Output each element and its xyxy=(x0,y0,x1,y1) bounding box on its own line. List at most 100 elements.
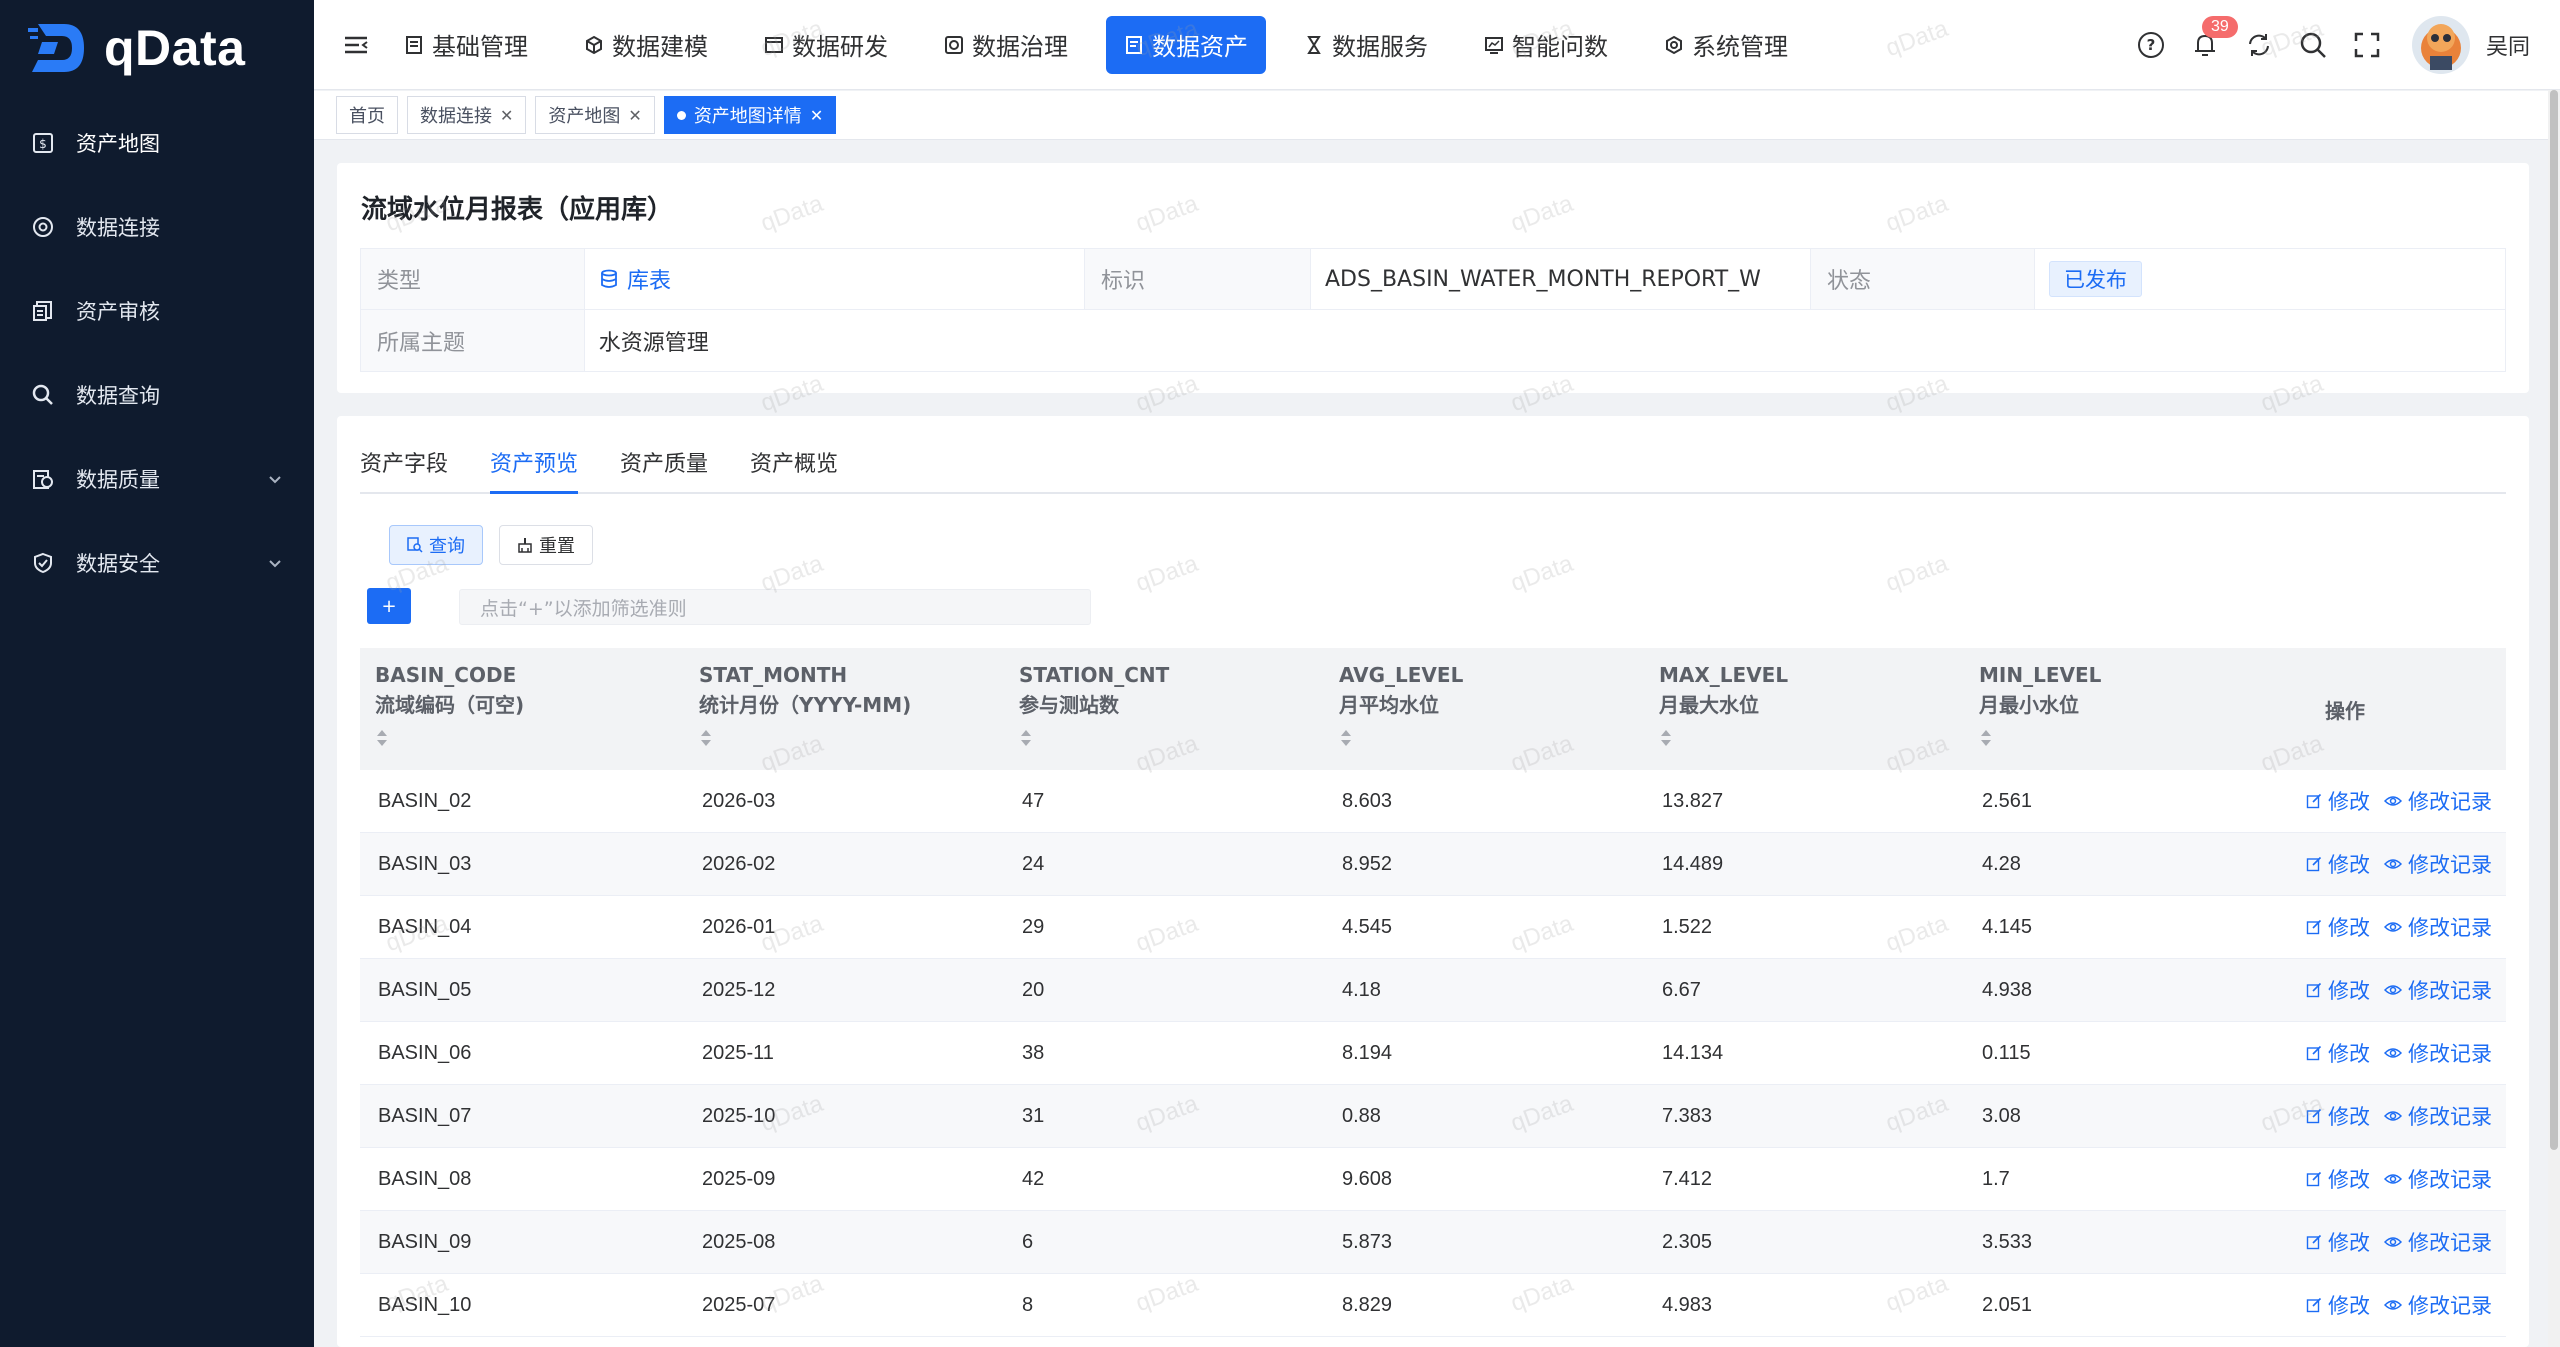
nav-label: 智能问数 xyxy=(1512,33,1608,61)
tag-data-connection[interactable]: 数据连接 ✕ xyxy=(407,96,527,134)
edit-icon xyxy=(2306,1171,2322,1187)
help-icon[interactable]: ? xyxy=(2136,30,2166,60)
filter-input[interactable]: 点击“+”以添加筛选准则 xyxy=(459,589,1091,625)
edit-button[interactable]: 修改 xyxy=(2306,849,2370,879)
history-button[interactable]: 修改记录 xyxy=(2384,975,2492,1005)
table-cell: BASIN_09 xyxy=(378,1230,472,1253)
nav-data-service[interactable]: 数据服务 xyxy=(1286,16,1446,74)
tab-asset-overview[interactable]: 资产概览 xyxy=(750,446,838,492)
sort-icon[interactable] xyxy=(699,726,713,748)
tag-label: 资产地图详情 xyxy=(693,106,802,127)
status-value: 已发布 xyxy=(2035,249,2505,309)
edit-button[interactable]: 修改 xyxy=(2306,1290,2370,1320)
top-header: 基础管理 数据建模 数据研发 数据治理 数据资产 数据服务 智能问数 系统管理 xyxy=(314,0,2560,90)
tab-asset-quality[interactable]: 资产质量 xyxy=(620,446,708,492)
history-button[interactable]: 修改记录 xyxy=(2384,912,2492,942)
query-button[interactable]: 查询 xyxy=(389,525,483,565)
close-icon[interactable]: ✕ xyxy=(810,106,823,125)
edit-button[interactable]: 修改 xyxy=(2306,975,2370,1005)
table-row: BASIN_02 2026-03 47 8.603 13.827 2.561 修改 修改记录 xyxy=(360,770,2506,833)
hourglass-icon xyxy=(1307,35,1321,54)
column-header[interactable]: MIN_LEVEL 月最小水位 xyxy=(1964,648,2184,770)
column-header[interactable]: STATION_CNT 参与测站数 xyxy=(1004,648,1324,770)
nav-basic-management[interactable]: 基础管理 xyxy=(386,16,546,74)
history-button[interactable]: 修改记录 xyxy=(2384,786,2492,816)
column-header[interactable]: BASIN_CODE 流域编码（可空) xyxy=(360,648,684,770)
sidebar-item-connection[interactable]: 数据连接 xyxy=(0,185,314,269)
history-label: 修改记录 xyxy=(2408,1232,2492,1255)
notification-bell-icon[interactable]: 39 xyxy=(2190,16,2238,60)
edit-button[interactable]: 修改 xyxy=(2306,912,2370,942)
history-button[interactable]: 修改记录 xyxy=(2384,849,2492,879)
edit-button[interactable]: 修改 xyxy=(2306,786,2370,816)
sidebar-item-asset-map[interactable]: $ 资产地图 xyxy=(0,101,314,185)
tag-asset-map[interactable]: 资产地图 ✕ xyxy=(535,96,655,134)
tag-asset-map-detail[interactable]: 资产地图详情 ✕ xyxy=(663,96,837,134)
sort-icon[interactable] xyxy=(1019,726,1033,748)
id-value: ADS_BASIN_WATER_MONTH_REPORT_W xyxy=(1311,249,1811,309)
page-scrollbar[interactable] xyxy=(2548,90,2560,1347)
scrollbar-thumb[interactable] xyxy=(2550,90,2558,1150)
close-icon[interactable]: ✕ xyxy=(500,106,513,125)
table-cell: BASIN_10 xyxy=(378,1293,472,1316)
table-cell: 29 xyxy=(1022,915,1045,938)
history-button[interactable]: 修改记录 xyxy=(2384,1101,2492,1131)
close-icon[interactable]: ✕ xyxy=(628,106,641,125)
column-comment: 流域编码（可空) xyxy=(375,693,525,717)
history-button[interactable]: 修改记录 xyxy=(2384,1164,2492,1194)
connection-icon xyxy=(30,214,56,240)
column-name: AVG_LEVEL xyxy=(1339,663,1464,687)
sort-icon[interactable] xyxy=(1979,726,1993,748)
nav-label: 数据建模 xyxy=(612,33,708,61)
edit-button[interactable]: 修改 xyxy=(2306,1101,2370,1131)
table-cell: 42 xyxy=(1022,1167,1045,1190)
sort-icon[interactable] xyxy=(1339,726,1353,748)
table-row: BASIN_09 2025-08 6 5.873 2.305 3.533 修改 修改记录 xyxy=(360,1211,2506,1274)
table-row: BASIN_05 2025-12 20 4.18 6.67 4.938 修改 修改记录 xyxy=(360,959,2506,1022)
logo[interactable]: qData xyxy=(0,0,314,95)
column-header[interactable]: MAX_LEVEL 月最大水位 xyxy=(1644,648,1964,770)
history-button[interactable]: 修改记录 xyxy=(2384,1038,2492,1068)
avatar[interactable] xyxy=(2411,16,2470,74)
tab-asset-fields[interactable]: 资产字段 xyxy=(360,446,448,492)
sidebar-item-audit[interactable]: 资产审核 xyxy=(0,269,314,353)
nav-system-management[interactable]: 系统管理 xyxy=(1646,16,1806,74)
history-button[interactable]: 修改记录 xyxy=(2384,1290,2492,1320)
username[interactable]: 吴同 xyxy=(2486,29,2530,61)
sort-icon[interactable] xyxy=(1659,726,1673,748)
nav-data-governance[interactable]: 数据治理 xyxy=(926,16,1086,74)
fullscreen-icon[interactable] xyxy=(2352,30,2382,60)
table-cell: BASIN_06 xyxy=(378,1041,472,1064)
asset-preview-card: 资产字段 资产预览 资产质量 资产概览 查询 重置 + 点击“+”以添加筛选准则… xyxy=(337,416,2529,1347)
nav-data-development[interactable]: 数据研发 xyxy=(746,16,906,74)
sidebar-item-label: 资产地图 xyxy=(76,132,160,156)
search-icon[interactable] xyxy=(2298,30,2328,60)
sidebar-item-label: 数据质量 xyxy=(76,468,160,492)
column-header[interactable]: STAT_MONTH 统计月份（YYYY-MM) xyxy=(684,648,1004,770)
row-actions: 修改 修改记录 xyxy=(2184,1290,2506,1320)
edit-button[interactable]: 修改 xyxy=(2306,1227,2370,1257)
nav-data-assets[interactable]: 数据资产 xyxy=(1106,15,1266,74)
add-filter-button[interactable]: + xyxy=(367,588,411,624)
tag-label: 资产地图 xyxy=(548,106,621,127)
sort-icon[interactable] xyxy=(375,726,389,748)
tab-asset-preview[interactable]: 资产预览 xyxy=(490,446,579,494)
tag-home[interactable]: 首页 xyxy=(336,96,398,134)
menu-toggle-icon[interactable] xyxy=(336,25,376,65)
nav-smart-query[interactable]: 智能问数 xyxy=(1466,16,1626,74)
edit-button[interactable]: 修改 xyxy=(2306,1164,2370,1194)
history-label: 修改记录 xyxy=(2408,1169,2492,1192)
sidebar-item-security[interactable]: 数据安全 xyxy=(0,521,314,605)
sidebar-item-query[interactable]: 数据查询 xyxy=(0,353,314,437)
sidebar-item-quality[interactable]: 数据质量 xyxy=(0,437,314,521)
nav-data-modeling[interactable]: 数据建模 xyxy=(566,16,726,74)
edit-button[interactable]: 修改 xyxy=(2306,1038,2370,1068)
eye-icon xyxy=(2384,1237,2402,1247)
column-comment: 月最大水位 xyxy=(1659,693,1759,717)
history-button[interactable]: 修改记录 xyxy=(2384,1227,2492,1257)
desc-row: 所属主题 水资源管理 xyxy=(361,310,2505,371)
reset-button[interactable]: 重置 xyxy=(499,525,593,565)
column-header[interactable]: AVG_LEVEL 月平均水位 xyxy=(1324,648,1644,770)
quality-icon xyxy=(30,466,56,492)
refresh-icon[interactable] xyxy=(2244,30,2274,60)
